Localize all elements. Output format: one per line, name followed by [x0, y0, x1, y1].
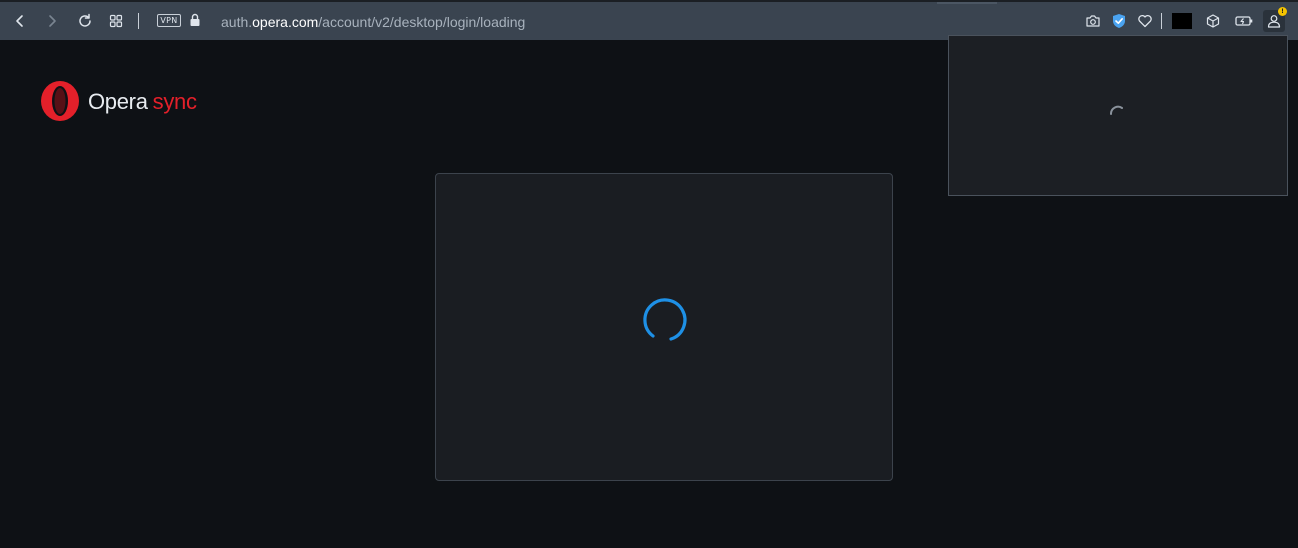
popup-loading-spinner-icon — [1110, 105, 1123, 115]
easy-setup-button[interactable] — [1202, 10, 1224, 32]
snapshot-button[interactable] — [1082, 10, 1104, 32]
opera-logo-icon — [41, 81, 79, 121]
camera-icon — [1086, 15, 1100, 27]
toolbar-separator — [1161, 13, 1162, 29]
heart-icon — [1138, 14, 1152, 28]
extension-button[interactable] — [1172, 13, 1192, 29]
opera-sync-logo: Opera sync — [40, 80, 197, 122]
logo-wordmark: Opera sync — [88, 89, 197, 115]
url-path: /account/v2/desktop/login/loading — [318, 14, 526, 30]
url-prefix: auth. — [221, 14, 253, 30]
chevron-right-icon — [49, 15, 56, 27]
back-button[interactable] — [9, 10, 31, 32]
reload-icon — [79, 13, 91, 27]
cube-icon — [1206, 14, 1220, 28]
logo-brand: Opera — [88, 89, 148, 114]
active-tab-indicator — [937, 2, 997, 4]
notification-badge: ! — [1278, 7, 1287, 16]
toolbar-separator — [138, 13, 139, 29]
profile-button[interactable]: ! — [1263, 7, 1287, 32]
grid-icon — [109, 14, 123, 28]
url-host: opera.com — [252, 14, 319, 30]
vpn-button[interactable]: VPN — [157, 14, 181, 27]
loading-spinner-icon — [643, 298, 687, 341]
address-bar[interactable]: auth.opera.com/account/v2/desktop/login/… — [221, 13, 525, 31]
user-icon — [1267, 15, 1281, 28]
profile-popup — [948, 35, 1288, 196]
speed-dial-button[interactable] — [105, 10, 127, 32]
chevron-left-icon — [16, 15, 23, 27]
shield-check-icon — [1113, 14, 1125, 28]
browser-toolbar: VPN auth.opera.com/account/v2/desktop/lo… — [0, 0, 1298, 40]
favorite-button[interactable] — [1134, 10, 1156, 32]
battery-saver-button[interactable] — [1233, 10, 1255, 32]
reload-button[interactable] — [74, 10, 96, 32]
forward-button[interactable] — [41, 10, 63, 32]
login-card — [435, 173, 893, 481]
battery-icon — [1235, 16, 1253, 26]
logo-product: sync — [152, 89, 197, 114]
lock-icon[interactable] — [189, 13, 201, 32]
adblock-button[interactable] — [1108, 10, 1130, 32]
